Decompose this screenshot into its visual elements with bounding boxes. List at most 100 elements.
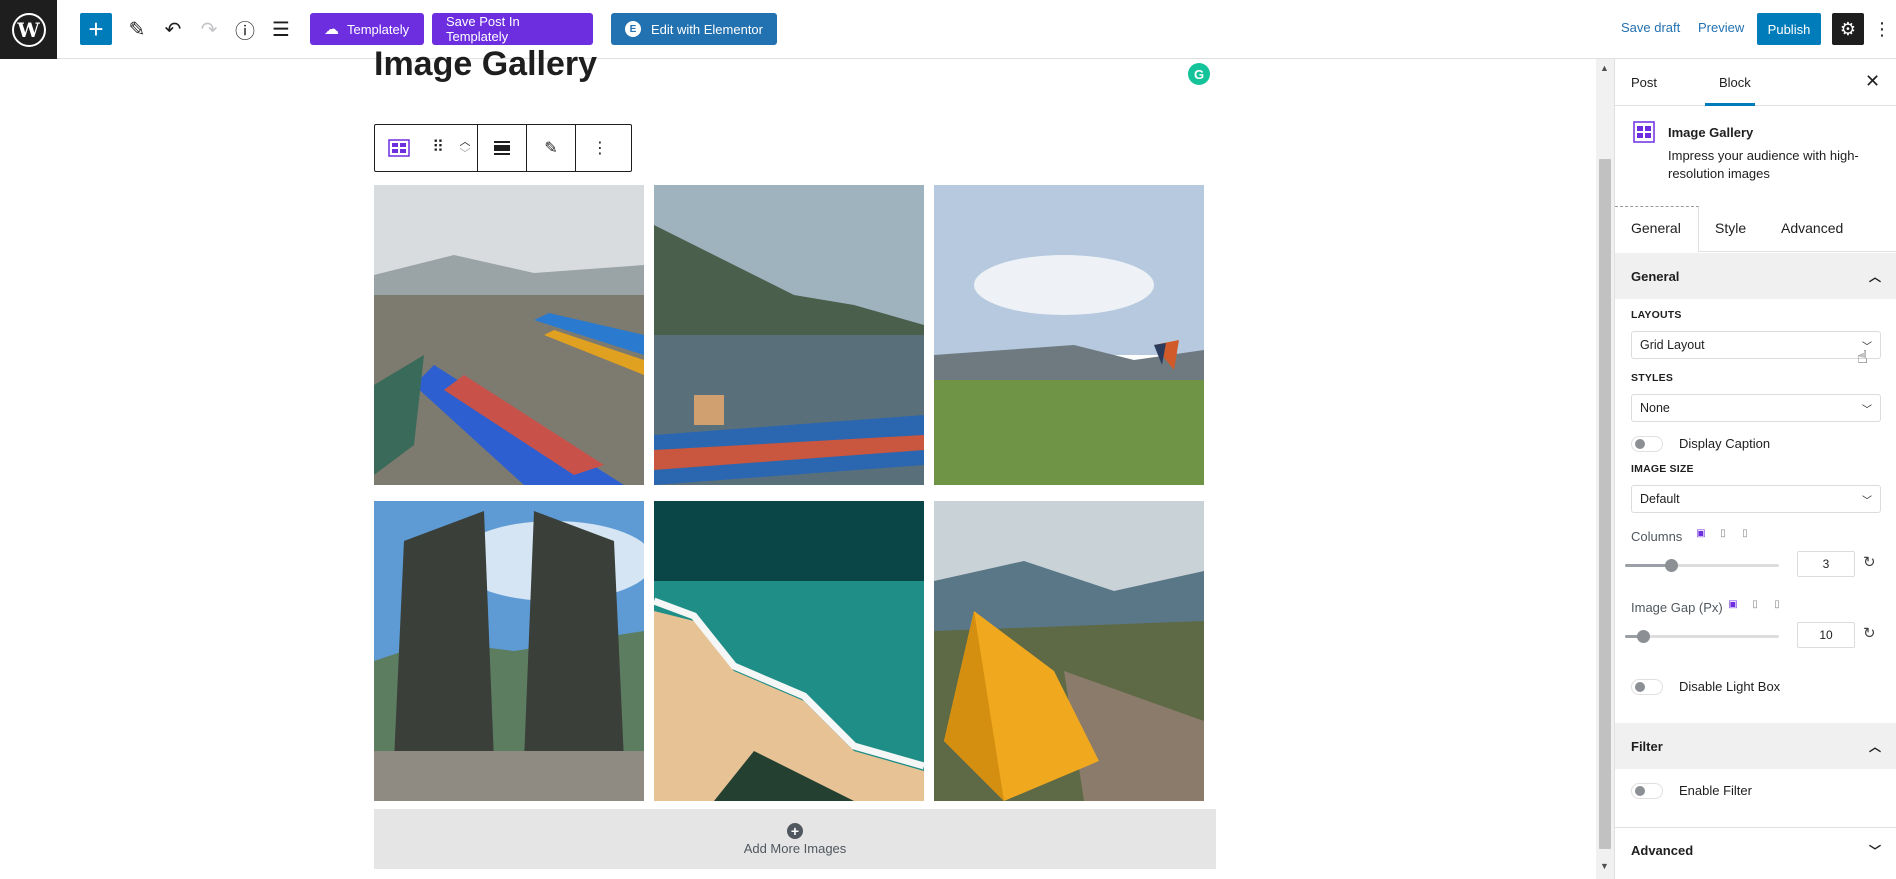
save-draft-link[interactable]: Save draft xyxy=(1621,20,1680,35)
align-icon[interactable] xyxy=(478,125,526,171)
display-caption-toggle[interactable] xyxy=(1631,436,1663,452)
canvas-scrollbar[interactable]: ▲ ▼ xyxy=(1596,59,1614,879)
filter-panel-header[interactable]: Filter ︿ xyxy=(1615,723,1896,769)
grammarly-icon[interactable]: G xyxy=(1188,63,1210,85)
enable-filter-toggle[interactable] xyxy=(1631,783,1663,799)
styles-label: STYLES xyxy=(1631,372,1674,384)
columns-slider[interactable] xyxy=(1625,559,1779,572)
columns-label: Columns xyxy=(1631,529,1683,544)
general-panel-header[interactable]: General ︿ xyxy=(1615,253,1896,299)
block-card-title: Image Gallery xyxy=(1668,125,1754,140)
style-select[interactable]: None ﹀ xyxy=(1631,394,1881,422)
undo-icon[interactable]: ↶ xyxy=(157,13,189,45)
columns-number-input[interactable]: 3 xyxy=(1797,551,1855,577)
style-value: None xyxy=(1640,401,1670,415)
block-card-description: Impress your audience with high-resoluti… xyxy=(1668,148,1859,181)
options-group: ⋮ xyxy=(576,125,624,171)
advanced-panel-header[interactable]: Advanced ﹀ xyxy=(1615,827,1896,873)
advanced-panel-title: Advanced xyxy=(1631,843,1694,858)
reset-icon[interactable]: ↻ xyxy=(1863,553,1876,571)
gallery-block-icon xyxy=(1633,121,1655,143)
block-options-icon[interactable]: ⋮ xyxy=(576,125,624,171)
layout-select[interactable]: Grid Layout ﹀ xyxy=(1631,331,1881,359)
layout-value: Grid Layout xyxy=(1640,338,1705,352)
display-caption-label: Display Caption xyxy=(1679,436,1771,451)
gallery-image-lake-mountains[interactable] xyxy=(654,185,924,485)
image-size-value: Default xyxy=(1640,492,1680,506)
gallery-block-icon[interactable] xyxy=(375,125,423,171)
tab-advanced[interactable]: Advanced xyxy=(1781,220,1843,236)
list-view-icon[interactable]: ☰ xyxy=(265,13,297,45)
desktop-icon[interactable]: ▣ xyxy=(1727,599,1739,611)
mobile-icon[interactable]: ▯ xyxy=(1739,528,1751,540)
disable-lightbox-toggle[interactable] xyxy=(1631,679,1663,695)
close-icon[interactable]: ✕ xyxy=(1865,71,1880,92)
add-block-button[interactable]: + xyxy=(80,13,112,45)
image-gap-slider[interactable] xyxy=(1625,630,1779,643)
chevron-down-icon: ﹀ xyxy=(1862,495,1872,507)
move-down-icon[interactable]: ﹀ xyxy=(460,148,471,160)
tab-style[interactable]: Style xyxy=(1715,220,1746,236)
general-panel-title: General xyxy=(1631,268,1680,284)
sidebar-tabs: Post Block ✕ xyxy=(1615,59,1896,106)
redo-icon[interactable]: ↷ xyxy=(193,13,225,45)
elementor-label: Edit with Elementor xyxy=(651,21,763,37)
gallery-image-yellow-tent[interactable] xyxy=(934,501,1204,801)
add-circle-icon: + xyxy=(787,822,803,839)
add-more-images-button[interactable]: + Add More Images xyxy=(374,809,1216,869)
edit-pencil-icon[interactable]: ✎ xyxy=(527,125,575,171)
columns-slider-thumb[interactable] xyxy=(1665,559,1679,572)
image-gap-slider-thumb[interactable] xyxy=(1637,630,1651,643)
tab-block[interactable]: Block xyxy=(1719,75,1751,90)
tablet-icon[interactable]: ▯ xyxy=(1717,528,1729,540)
move-up-icon[interactable]: ︿ xyxy=(460,136,471,148)
block-type-group: ⠿ ︿ ﹀ xyxy=(375,125,478,171)
templately-cloud-icon: ☁ xyxy=(324,21,339,38)
tablet-icon[interactable]: ▯ xyxy=(1749,599,1761,611)
image-size-select[interactable]: Default ﹀ xyxy=(1631,485,1881,513)
templately-button[interactable]: ☁ Templately xyxy=(310,13,424,45)
disable-lightbox-label: Disable Light Box xyxy=(1679,679,1781,694)
chevron-down-icon: ﹀ xyxy=(1868,844,1881,858)
gallery-image-temple-gate[interactable] xyxy=(374,501,644,801)
columns-device-switcher: ▣ ▯ ▯ xyxy=(1695,528,1751,540)
tab-post[interactable]: Post xyxy=(1631,75,1657,90)
chevron-down-icon: ﹀ xyxy=(1862,404,1872,416)
publish-button[interactable]: Publish xyxy=(1757,13,1821,45)
elementor-icon: E xyxy=(625,21,641,37)
mobile-icon[interactable]: ▯ xyxy=(1771,599,1783,611)
desktop-icon[interactable]: ▣ xyxy=(1695,528,1707,540)
tab-general[interactable]: General xyxy=(1631,220,1681,236)
scroll-down-icon[interactable]: ▼ xyxy=(1600,861,1609,871)
info-icon[interactable]: ⓘ xyxy=(229,13,261,45)
settings-sidebar: Post Block ✕ Image Gallery Impress your … xyxy=(1614,59,1896,879)
edit-group: ✎ xyxy=(527,125,576,171)
hand-cursor-icon: ☝ xyxy=(1857,347,1868,367)
move-block-controls: ︿ ﹀ xyxy=(453,125,477,171)
gallery-image-beach-aerial[interactable] xyxy=(654,501,924,801)
chevron-up-icon: ︿ xyxy=(1868,269,1881,284)
filter-panel-title: Filter xyxy=(1631,738,1663,754)
chevron-up-icon: ︿ xyxy=(1868,739,1881,754)
reset-icon[interactable]: ↻ xyxy=(1863,624,1876,642)
drag-handle-icon[interactable]: ⠿ xyxy=(423,125,453,171)
wordpress-logo[interactable]: W xyxy=(0,0,57,59)
gallery-image-lake-boats[interactable] xyxy=(374,185,644,485)
preview-link[interactable]: Preview xyxy=(1698,20,1744,35)
image-gap-number-input[interactable]: 10 xyxy=(1797,622,1855,648)
editor-topbar: W + ✎ ↶ ↷ ⓘ ☰ ☁ Templately Save Post In … xyxy=(0,0,1896,59)
settings-gear-icon[interactable]: ⚙ xyxy=(1832,13,1864,45)
align-group xyxy=(478,125,527,171)
more-options-icon[interactable]: ⋮ xyxy=(1873,13,1891,45)
edit-with-elementor-button[interactable]: E Edit with Elementor xyxy=(611,13,777,45)
scroll-thumb[interactable] xyxy=(1599,159,1611,849)
image-size-label: IMAGE SIZE xyxy=(1631,463,1694,475)
editor-canvas: Image Gallery G ⠿ ︿ ﹀ ✎ ⋮ + Add More Ima… xyxy=(0,45,1596,879)
scroll-up-icon[interactable]: ▲ xyxy=(1600,63,1609,73)
gallery-image-paragliding[interactable] xyxy=(934,185,1204,485)
block-toolbar: ⠿ ︿ ﹀ ✎ ⋮ xyxy=(374,124,632,172)
post-title[interactable]: Image Gallery xyxy=(374,45,597,84)
save-in-templately-button[interactable]: Save Post In Templately xyxy=(432,13,593,45)
wordpress-icon: W xyxy=(11,12,46,47)
edit-tools-icon[interactable]: ✎ xyxy=(121,13,153,45)
